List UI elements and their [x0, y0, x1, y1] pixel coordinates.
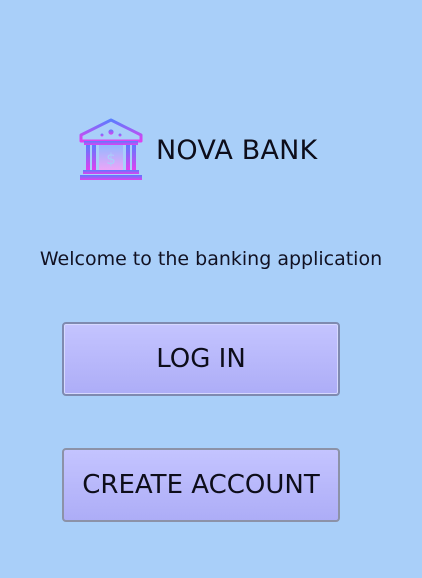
login-button[interactable]: LOG IN	[62, 322, 340, 396]
svg-text:$: $	[106, 150, 116, 168]
welcome-message: Welcome to the banking application	[39, 248, 383, 270]
create-account-button[interactable]: CREATE ACCOUNT	[62, 448, 340, 522]
app-brand: $ NOVA BANK	[78, 117, 317, 183]
bank-icon: $	[79, 118, 143, 180]
app-name: NOVA BANK	[156, 134, 318, 166]
